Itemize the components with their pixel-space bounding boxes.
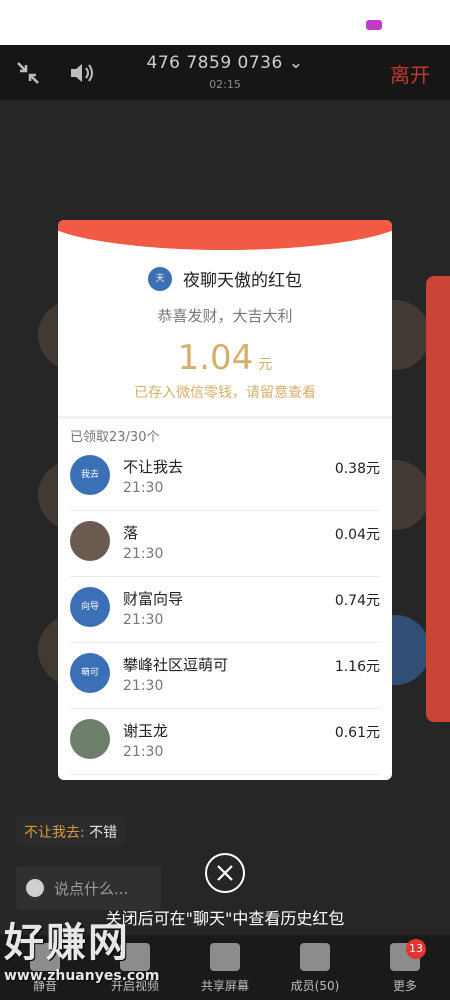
share-screen-button[interactable]: 共享屏幕: [190, 943, 260, 994]
watermark-url: www.zhuanyes.com: [4, 968, 160, 984]
close-icon: [217, 865, 233, 881]
red-packet-title: 夜聊天傲的红包: [183, 271, 303, 291]
recipient-time: 21:30: [123, 480, 164, 496]
sender-avatar: 天: [147, 266, 172, 291]
recipient-amount: 0.38元: [334, 461, 380, 477]
recipient-amount: 1.16元: [334, 659, 380, 675]
recipient-time: 21:30: [123, 612, 164, 628]
members-label: 成员(50): [290, 979, 340, 993]
red-packet-greeting: 恭喜发财，大吉大利: [157, 307, 293, 325]
list-item: 谢玉龙 21:30 0.61元: [70, 709, 380, 775]
list-item: 向导 财富向导 21:30 0.74元: [70, 577, 380, 643]
saved-note-link[interactable]: 已存入微信零钱，请留意查看: [58, 382, 392, 402]
members-button[interactable]: 成员(50): [280, 943, 350, 994]
red-packet-amount: 1.04 元: [58, 338, 392, 378]
meeting-number[interactable]: 476 7859 0736 ⌄: [0, 53, 450, 73]
list-item: 我去 不让我去 21:30 0.38元: [70, 445, 380, 511]
recipient-time: 21:30: [123, 678, 164, 694]
received-count: 已领取23/30个: [70, 430, 160, 445]
close-button[interactable]: [205, 853, 245, 893]
avatar: 向导: [70, 587, 110, 627]
more-badge: 13: [406, 939, 426, 959]
divider: [58, 416, 392, 419]
meeting-number-text: 476 7859 0736: [146, 53, 283, 73]
share-screen-label: 共享屏幕: [200, 979, 249, 993]
avatar: 萌可: [70, 653, 110, 693]
avatar: [70, 521, 110, 561]
recipient-name: 落: [123, 524, 139, 542]
side-panel-tab[interactable]: [426, 276, 450, 722]
avatar: [70, 719, 110, 759]
red-packet-modal: 天 夜聊天傲的红包 恭喜发财，大吉大利 1.04 元 已存入微信零钱，请留意查看…: [58, 220, 392, 780]
chat-input[interactable]: 说点什么...: [16, 866, 161, 910]
red-packet-sender: 天 夜聊天傲的红包: [58, 266, 392, 291]
recipient-name: 攀峰社区逗萌可: [123, 656, 229, 674]
watermark-text: 好赚网: [4, 920, 130, 966]
chat-input-placeholder: 说点什么...: [54, 879, 129, 898]
recipient-amount: 0.74元: [334, 593, 380, 609]
status-bar: [0, 0, 450, 45]
chat-text: 不错: [89, 825, 118, 841]
recipient-time: 21:30: [123, 744, 164, 760]
call-top-bar: 476 7859 0736 ⌄ 02:15 离开: [0, 45, 450, 100]
share-screen-icon: [210, 943, 240, 971]
watermark-logo: 好赚网 www.zhuanyes.com: [0, 910, 200, 1000]
members-icon: [300, 943, 330, 971]
leave-button[interactable]: 离开: [390, 59, 430, 88]
amount-value: 1.04: [177, 338, 254, 378]
emoji-icon[interactable]: [26, 879, 44, 897]
more-label: 更多: [392, 979, 417, 993]
recipient-name: 财富向导: [123, 590, 184, 608]
recipient-name: 谢玉龙: [123, 722, 169, 740]
recipient-time: 21:30: [123, 546, 164, 562]
chevron-down-icon: ⌄: [288, 53, 304, 73]
call-timer: 02:15: [209, 78, 241, 91]
recipient-name: 不让我去: [123, 458, 184, 476]
chat-message: 不让我去: 不错: [16, 816, 126, 846]
chat-sender: 不让我去:: [24, 825, 85, 841]
list-item: 萌可 攀峰社区逗萌可 21:30 1.16元: [70, 643, 380, 709]
recipient-amount: 0.61元: [334, 725, 380, 741]
recipient-amount: 0.04元: [334, 527, 380, 543]
list-item: 落 21:30 0.04元: [70, 511, 380, 577]
avatar: 我去: [70, 455, 110, 495]
red-packet-header: [58, 220, 392, 250]
more-button[interactable]: 更多: [370, 943, 440, 994]
status-indicator-icon: [366, 20, 382, 30]
amount-unit: 元: [258, 357, 273, 373]
recipient-list: 我去 不让我去 21:30 0.38元 落 21:30 0.04元 向导 财富向…: [70, 445, 380, 775]
